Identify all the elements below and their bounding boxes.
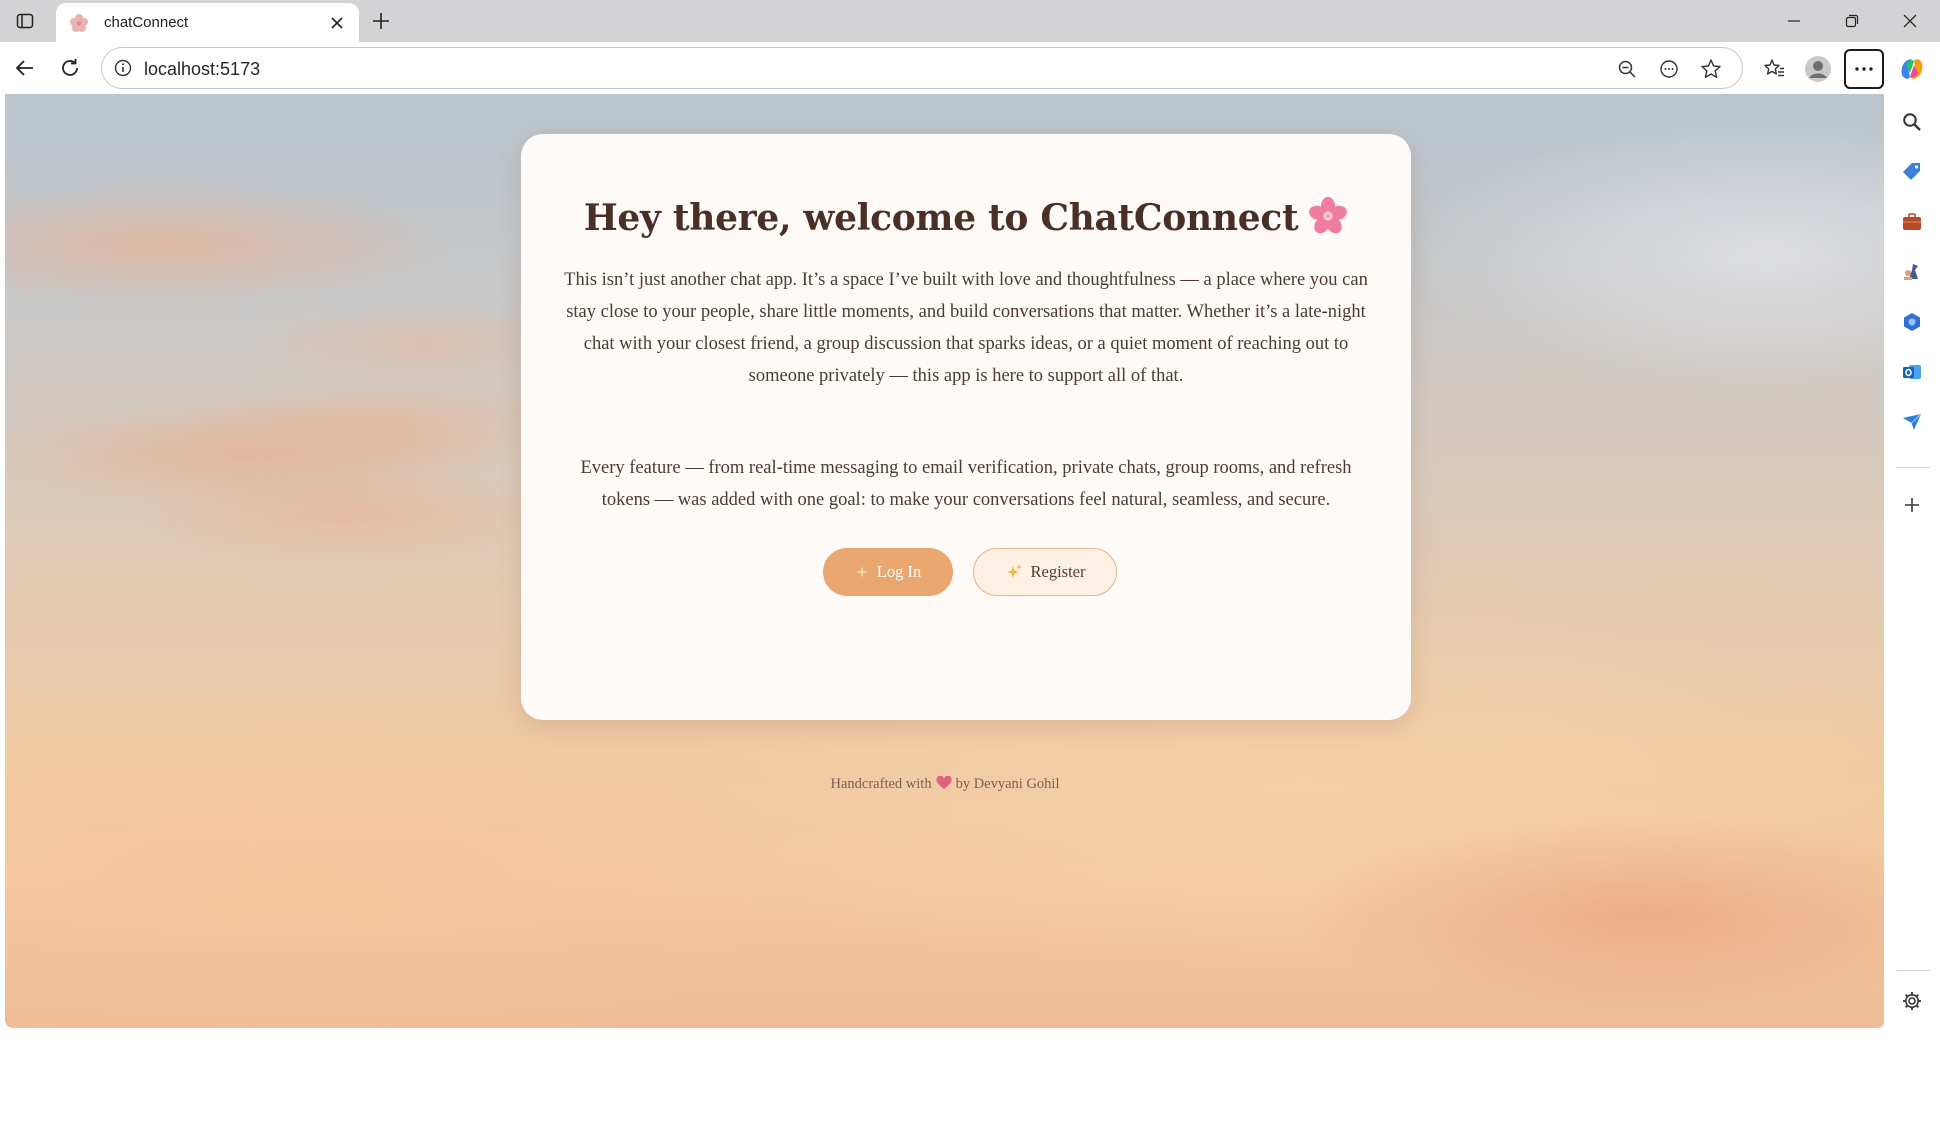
sidebar-divider-bottom <box>1896 970 1930 971</box>
microsoft365-icon[interactable] <box>1897 307 1927 337</box>
add-icon[interactable] <box>1897 490 1927 520</box>
chess-icon[interactable] <box>1897 257 1927 287</box>
profile-avatar-icon[interactable] <box>1801 52 1835 86</box>
favorite-star-icon[interactable] <box>1698 56 1724 82</box>
send-icon[interactable] <box>1897 407 1927 437</box>
tab-title: chatConnect <box>104 14 189 31</box>
restore-icon <box>1845 14 1859 28</box>
page-title: Hey there, welcome to ChatConnect <box>521 196 1411 239</box>
footer-credit: Handcrafted with by Devyani Gohil <box>5 775 1885 795</box>
features-paragraph: Every feature — from real-time messaging… <box>580 458 1352 510</box>
tab-actions-button[interactable] <box>10 8 40 34</box>
login-button[interactable]: Log In <box>823 548 953 596</box>
footer-suffix: by Devyani Gohil <box>955 776 1060 792</box>
zoom-out-icon[interactable] <box>1614 56 1640 82</box>
sparkles-icon <box>1005 563 1023 581</box>
reading-mode-icon[interactable] <box>1656 56 1682 82</box>
gear-icon[interactable] <box>1897 986 1927 1016</box>
outlook-icon[interactable] <box>1897 357 1927 387</box>
page-viewport: Hey there, welcome to ChatConnect This i… <box>5 94 1885 1028</box>
refresh-button[interactable] <box>54 52 86 84</box>
refresh-icon <box>62 59 78 76</box>
edge-sidebar <box>1884 94 1940 1029</box>
more-dots-icon <box>1855 67 1873 71</box>
back-arrow-icon <box>15 60 33 76</box>
new-tab-button[interactable] <box>366 6 396 36</box>
restore-button[interactable] <box>1830 6 1874 36</box>
active-tab[interactable]: chatConnect <box>56 3 359 42</box>
site-info-icon[interactable] <box>112 57 134 79</box>
sidebar-divider <box>1896 467 1930 468</box>
login-label: Log In <box>876 562 922 581</box>
search-icon[interactable] <box>1897 107 1927 137</box>
copilot-icon[interactable] <box>1895 52 1929 86</box>
briefcase-icon[interactable] <box>1897 207 1927 237</box>
welcome-card: Hey there, welcome to ChatConnect This i… <box>521 134 1411 720</box>
back-button[interactable] <box>9 52 41 84</box>
heading-text: Hey there, welcome to ChatConnect <box>583 197 1299 239</box>
url-text[interactable]: localhost:5173 <box>144 59 260 80</box>
sparkle-icon <box>855 565 869 579</box>
tab-strip: chatConnect <box>0 0 1940 42</box>
minimize-icon <box>1788 20 1800 22</box>
intro-paragraph: This isn’t just another chat app. It’s a… <box>564 270 1368 386</box>
register-button[interactable]: Register <box>973 548 1117 596</box>
minimize-button[interactable] <box>1772 6 1816 36</box>
plus-icon <box>373 13 389 29</box>
heart-icon <box>936 775 952 795</box>
register-label: Register <box>1030 562 1086 581</box>
close-icon <box>1903 14 1917 28</box>
close-tab-icon[interactable] <box>325 11 349 35</box>
browser-toolbar: localhost:5173 <box>0 42 1940 94</box>
tab-actions-icon <box>16 13 34 29</box>
favorites-icon[interactable] <box>1757 52 1791 86</box>
settings-more-button[interactable] <box>1844 49 1884 89</box>
flower-icon <box>68 12 90 34</box>
cherry-blossom-icon <box>1308 196 1348 236</box>
shopping-tag-icon[interactable] <box>1897 157 1927 187</box>
address-bar[interactable]: localhost:5173 <box>101 47 1743 89</box>
footer-prefix: Handcrafted with <box>830 776 932 792</box>
close-window-button[interactable] <box>1888 6 1932 36</box>
